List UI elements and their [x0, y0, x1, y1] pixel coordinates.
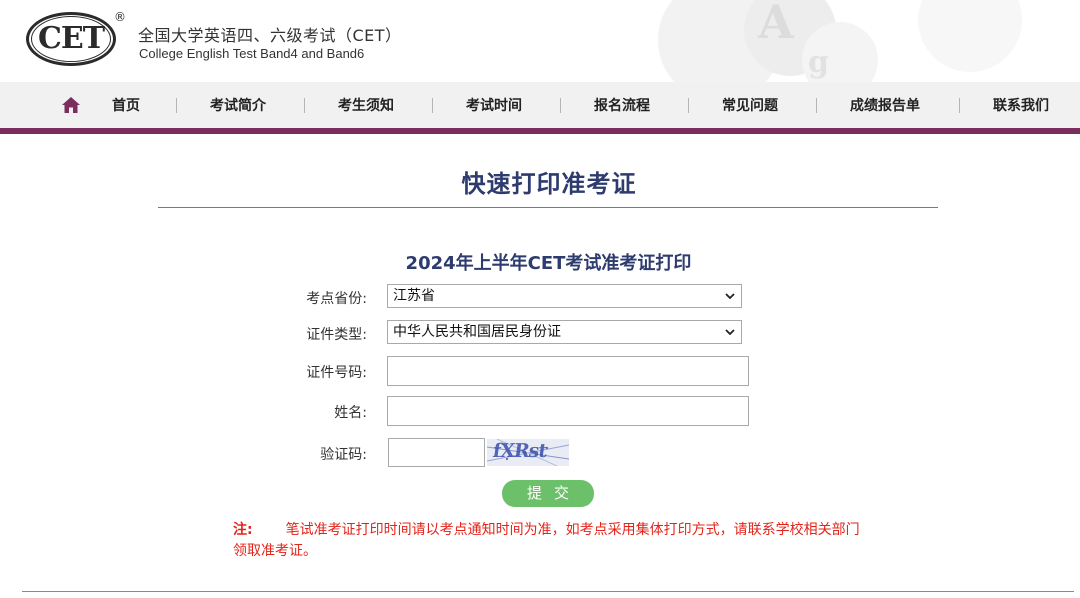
- nav-separator: [688, 98, 689, 113]
- id-type-select[interactable]: 中华人民共和国居民身份证: [387, 320, 742, 344]
- name-label: 姓名:: [334, 405, 367, 421]
- svg-text:A: A: [757, 0, 795, 49]
- captcha-text: fXRst: [491, 440, 548, 462]
- nav-accent-bar: [0, 128, 1080, 134]
- province-select[interactable]: 江苏省: [387, 284, 742, 308]
- footer-divider: [22, 591, 1074, 592]
- notice-label: 注:: [233, 522, 253, 538]
- id-number-input[interactable]: [387, 356, 749, 386]
- page-title: 快速打印准考证: [461, 170, 637, 198]
- cet-logo[interactable]: CET ®: [26, 10, 126, 70]
- nav-separator: [304, 98, 305, 113]
- svg-text:g: g: [808, 45, 829, 80]
- id-type-selected-value: 中华人民共和国居民身份证: [393, 324, 561, 340]
- notice-text: 笔试准考证打印时间请以考点通知时间为准，如考点采用集体打印方式，请联系学校相关部…: [233, 522, 860, 559]
- captcha-image[interactable]: fXRst: [487, 439, 569, 466]
- nav-item-exam-time[interactable]: 考试时间: [466, 95, 522, 115]
- nav-item-faq[interactable]: 常见问题: [722, 95, 778, 115]
- chevron-down-icon: [725, 329, 735, 335]
- nav-item-score-report[interactable]: 成绩报告单: [850, 95, 920, 115]
- captcha-label: 验证码:: [320, 447, 367, 463]
- chevron-down-icon: [725, 293, 735, 299]
- nav-separator: [432, 98, 433, 113]
- home-icon[interactable]: [62, 97, 80, 113]
- captcha-input[interactable]: [388, 438, 485, 467]
- nav-item-candidate-notice[interactable]: 考生须知: [338, 95, 394, 115]
- title-divider: [158, 207, 938, 208]
- registered-mark: ®: [114, 10, 126, 24]
- nav-item-home[interactable]: 首页: [112, 95, 140, 115]
- nav-separator: [176, 98, 177, 113]
- form-heading: 2024年上半年CET考试准考证打印: [405, 253, 692, 274]
- header-background-decoration: A g: [658, 0, 1022, 82]
- site-title-en: College English Test Band4 and Band6: [139, 46, 365, 61]
- site-header: A g CET ® 全国大学英语四、六级考试（CET） College Engl…: [0, 0, 1080, 82]
- nav-separator: [560, 98, 561, 113]
- name-input[interactable]: [387, 396, 749, 426]
- id-number-label: 证件号码:: [306, 365, 367, 381]
- province-selected-value: 江苏省: [393, 288, 435, 304]
- nav-separator: [816, 98, 817, 113]
- submit-button[interactable]: 提交: [502, 480, 594, 507]
- nav-separator: [959, 98, 960, 113]
- main-nav: 首页 考试简介 考生须知 考试时间 报名流程 常见问题 成绩报告单 联系我们: [0, 82, 1080, 128]
- site-title-cn: 全国大学英语四、六级考试（CET）: [138, 26, 402, 45]
- notice-text-block: 注: 笔试准考证打印时间请以考点通知时间为准，如考点采用集体打印方式，请联系学校相…: [233, 520, 873, 562]
- id-type-label: 证件类型:: [306, 327, 367, 343]
- province-label: 考点省份:: [306, 291, 367, 307]
- nav-item-exam-intro[interactable]: 考试简介: [210, 95, 266, 115]
- logo-text: CET: [37, 21, 105, 56]
- nav-item-contact-us[interactable]: 联系我们: [993, 95, 1049, 115]
- nav-item-registration-process[interactable]: 报名流程: [594, 95, 650, 115]
